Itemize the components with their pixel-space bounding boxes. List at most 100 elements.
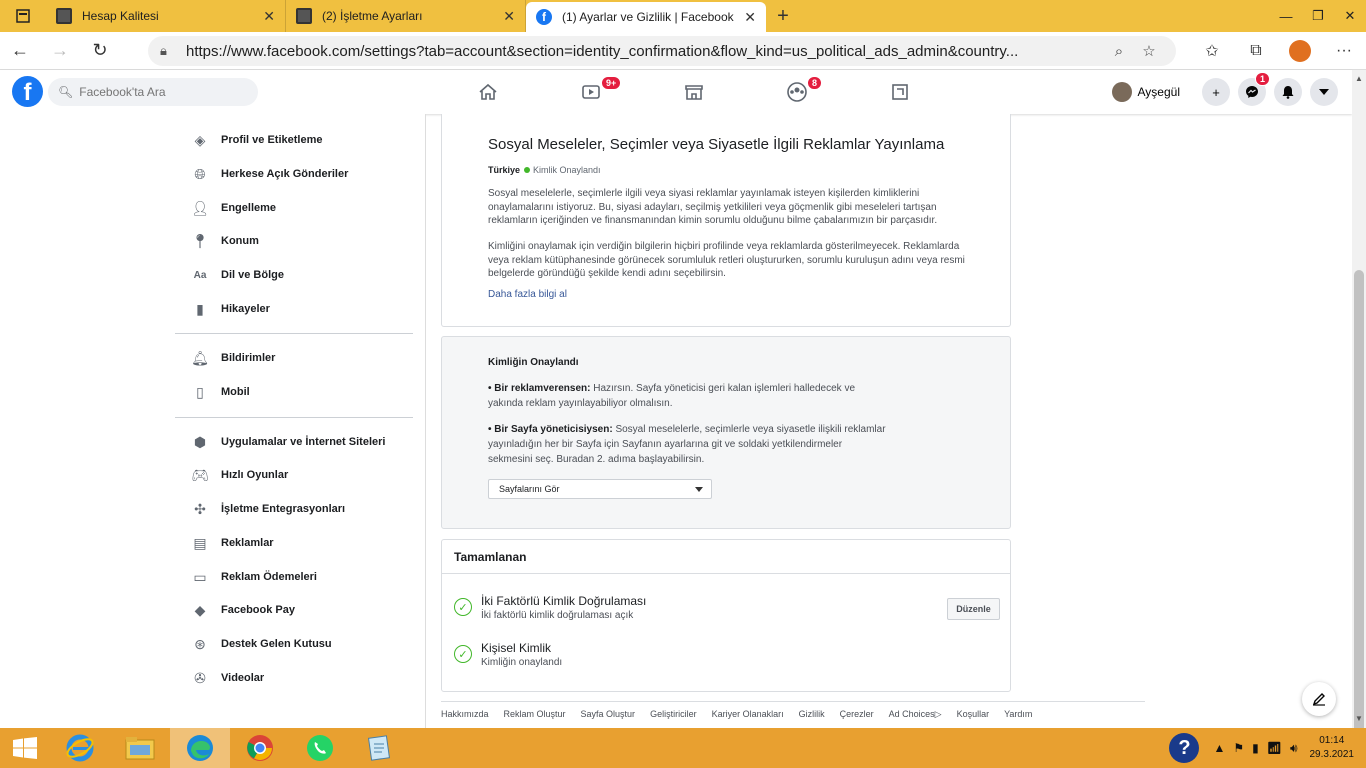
tag-icon: ◈ xyxy=(194,131,206,148)
search-input[interactable] xyxy=(79,85,250,99)
footer-link[interactable]: Reklam Oluştur xyxy=(504,709,566,720)
sidebar-item-public-posts[interactable]: 🌐︎ Herkese Açık Gönderiler xyxy=(190,162,348,186)
sidebar-item-videos[interactable]: ✇ Videolar xyxy=(190,666,264,690)
footer-link[interactable]: Koşullar xyxy=(957,709,990,720)
sidebar-item-location[interactable]: 📍︎ Konum xyxy=(190,229,259,253)
help-icon[interactable]: ? xyxy=(1169,733,1200,763)
messenger-button[interactable]: 1 xyxy=(1238,72,1270,106)
volume-icon[interactable]: 🔊︎ xyxy=(1290,741,1298,756)
url-text[interactable]: https://www.facebook.com/settings?tab=ac… xyxy=(186,43,1104,60)
close-tab-icon[interactable]: ✕ xyxy=(744,9,756,26)
nav-groups[interactable]: 8 xyxy=(745,70,848,114)
footer-link[interactable]: Kariyer Olanakları xyxy=(712,709,784,720)
favorites-icon[interactable]: ✩ xyxy=(1190,41,1234,61)
new-message-button[interactable] xyxy=(1302,682,1336,716)
footer-link[interactable]: Hakkımızda xyxy=(441,709,489,720)
browser-tab-hesap-kalitesi[interactable]: Hesap Kalitesi ✕ xyxy=(46,0,286,32)
footer-link[interactable]: Gizlilik xyxy=(799,709,825,720)
windows-taskbar: ? ▲ ⚑ ▮ 📶︎ 🔊︎ 01:14 29.3.2021 xyxy=(0,728,1366,768)
window-menu-icon[interactable] xyxy=(0,0,46,32)
user-profile-link[interactable]: Ayşegül xyxy=(1111,82,1180,102)
minimize-icon[interactable]: — xyxy=(1270,0,1302,32)
messenger-icon xyxy=(1246,86,1258,98)
facebook-search[interactable]: 🔍︎ xyxy=(48,78,258,106)
account-menu-button[interactable] xyxy=(1310,78,1338,106)
sidebar-item-language[interactable]: Aa Dil ve Bölge xyxy=(190,263,284,287)
sidebar-item-profile-tagging[interactable]: ◈ Profil ve Etiketleme xyxy=(190,128,323,152)
taskbar-ie[interactable] xyxy=(50,728,110,768)
sidebar-item-business-integrations[interactable]: ✣ İşletme Entegrasyonları xyxy=(190,497,345,521)
zoom-icon[interactable]: ⌕ xyxy=(1104,43,1134,60)
signal-icon[interactable]: 📶︎ xyxy=(1267,741,1282,755)
identity-confirmed-card: Kimliğin Onaylandı • Bir reklamverensen:… xyxy=(441,336,1011,529)
footer-link[interactable]: Ad Choices▷ xyxy=(889,709,942,720)
battery-icon[interactable]: ▮ xyxy=(1252,741,1259,755)
window-controls: — ❐ ✕ xyxy=(1270,0,1366,32)
notifications-button[interactable] xyxy=(1274,78,1302,106)
url-field[interactable]: 🔒︎ https://www.facebook.com/settings?tab… xyxy=(148,36,1176,66)
close-window-icon[interactable]: ✕ xyxy=(1334,0,1366,32)
tab-title: (2) İşletme Ayarları xyxy=(322,9,423,23)
scroll-down-icon[interactable]: ▼ xyxy=(1352,712,1366,726)
forward-button[interactable]: → xyxy=(40,32,80,70)
compose-icon xyxy=(1312,693,1325,706)
taskbar-file-explorer[interactable] xyxy=(110,728,170,768)
browser-tab-facebook-settings[interactable]: f (1) Ayarlar ve Gizlilik | Facebook ✕ xyxy=(526,2,766,32)
close-tab-icon[interactable]: ✕ xyxy=(263,8,275,25)
facebook-logo-icon[interactable]: f xyxy=(12,76,43,107)
facebook-favicon-icon: f xyxy=(536,9,552,25)
close-tab-icon[interactable]: ✕ xyxy=(503,8,515,25)
create-button[interactable]: + xyxy=(1202,78,1230,106)
status-dot xyxy=(524,167,531,173)
sidebar-item-stories[interactable]: ▮ Hikayeler xyxy=(190,297,270,321)
tray-overflow-icon[interactable]: ▲ xyxy=(1213,741,1225,755)
more-menu-icon[interactable]: ··· xyxy=(1322,42,1366,60)
windows-start-button[interactable] xyxy=(0,728,50,768)
taskbar-edge[interactable] xyxy=(170,728,230,768)
reload-button[interactable]: ↻ xyxy=(80,32,120,70)
taskbar-chrome[interactable] xyxy=(230,728,290,768)
network-warning-icon[interactable]: ⚑ xyxy=(1233,741,1244,755)
taskbar-notepad[interactable] xyxy=(350,728,410,768)
lock-icon[interactable]: 🔒︎ xyxy=(160,43,174,59)
sidebar-item-notifications[interactable]: 🔔︎ Bildirimler xyxy=(190,346,275,370)
back-button[interactable]: ← xyxy=(0,32,40,70)
edit-button[interactable]: Düzenle xyxy=(947,598,1000,620)
footer-link[interactable]: Geliştiriciler xyxy=(650,709,697,720)
credit-card-icon: ▭ xyxy=(193,568,207,585)
footer-link[interactable]: Yardım xyxy=(1004,709,1032,720)
taskbar-whatsapp[interactable] xyxy=(290,728,350,768)
scroll-up-icon[interactable]: ▲ xyxy=(1352,72,1366,86)
sidebar-item-blocking[interactable]: 👤︎ Engelleme xyxy=(190,196,276,220)
page-scrollbar[interactable]: ▲ ▼ xyxy=(1352,70,1366,748)
scrollbar-thumb[interactable] xyxy=(1354,270,1364,748)
search-icon: 🔍︎ xyxy=(58,85,74,99)
sidebar-item-facebook-pay[interactable]: ◆ Facebook Pay xyxy=(190,598,295,622)
sidebar-item-instant-games[interactable]: 🎮︎ Hızlı Oyunlar xyxy=(190,463,288,487)
bell-icon: 🔔︎ xyxy=(191,349,209,366)
collections-icon[interactable]: ⧉ xyxy=(1234,42,1278,60)
sidebar-item-support-inbox[interactable]: ⊛ Destek Gelen Kutusu xyxy=(190,632,332,656)
sidebar-item-ad-payments[interactable]: ▭ Reklam Ödemeleri xyxy=(190,565,317,589)
nav-home[interactable] xyxy=(436,70,539,114)
taskbar-clock[interactable]: 01:14 29.3.2021 xyxy=(1310,734,1355,762)
pages-select[interactable]: Sayfalarını Gör xyxy=(488,479,712,499)
nav-gaming[interactable] xyxy=(848,70,951,114)
sidebar-item-ads[interactable]: ▤ Reklamlar xyxy=(190,531,273,555)
footer-link[interactable]: Çerezler xyxy=(840,709,874,720)
add-favorite-icon[interactable]: ☆ xyxy=(1134,42,1164,60)
nav-watch[interactable]: 9+ xyxy=(539,70,642,114)
globe-icon: 🌐︎ xyxy=(194,165,206,182)
sidebar-item-mobile[interactable]: ▯ Mobil xyxy=(190,380,250,404)
profile-avatar[interactable] xyxy=(1289,40,1311,62)
learn-more-link[interactable]: Daha fazla bilgi al xyxy=(488,289,567,300)
sidebar-item-label: Mobil xyxy=(221,386,250,398)
sidebar-item-apps-websites[interactable]: ⬢ Uygulamalar ve İnternet Siteleri xyxy=(190,430,386,454)
new-tab-button[interactable]: + xyxy=(766,0,800,32)
browser-tab-isletme-ayarlari[interactable]: (2) İşletme Ayarları ✕ xyxy=(286,0,526,32)
gamepad-icon: 🎮︎ xyxy=(191,466,209,483)
footer-link[interactable]: Sayfa Oluştur xyxy=(581,709,636,720)
nav-marketplace[interactable] xyxy=(642,70,745,114)
sidebar-item-label: Herkese Açık Gönderiler xyxy=(221,168,349,180)
restore-icon[interactable]: ❐ xyxy=(1302,0,1334,32)
